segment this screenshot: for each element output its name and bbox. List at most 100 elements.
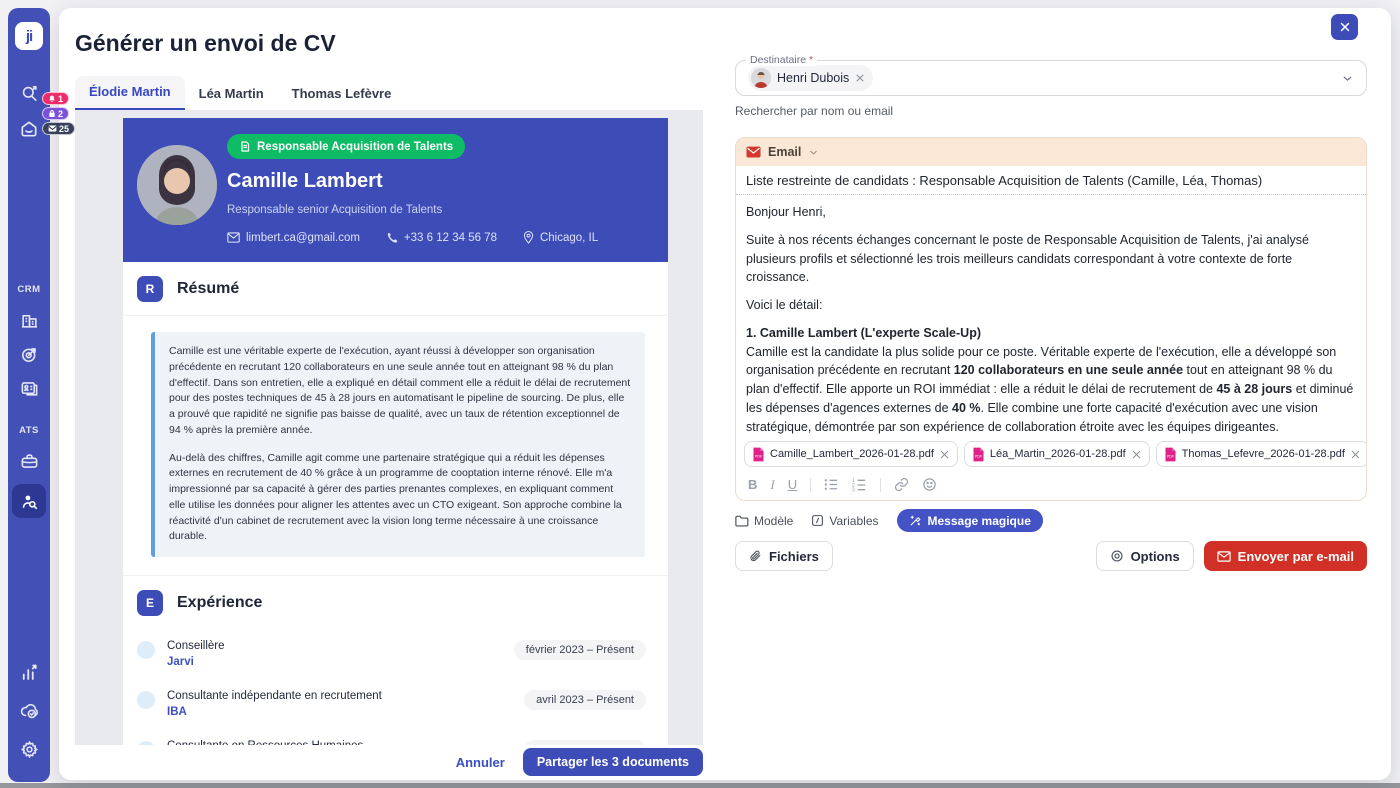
contact-card-icon[interactable]: [8, 373, 50, 403]
sidebar-count-badge[interactable]: 1: [42, 92, 69, 105]
experience-heading: Expérience: [177, 594, 262, 612]
remove-recipient-icon[interactable]: [855, 73, 865, 83]
email-section-header[interactable]: Email: [736, 138, 1366, 166]
experience-title: Consultante en Ressources Humaines: [167, 740, 524, 745]
modal-footer: Annuler Partager les 3 documents: [75, 748, 703, 776]
candidate-search-icon[interactable]: [12, 484, 46, 518]
italic-icon[interactable]: I: [770, 478, 774, 491]
chevron-down-icon[interactable]: [1341, 72, 1354, 85]
candidate-tab[interactable]: Élodie Martin: [75, 76, 185, 110]
remove-attachment-icon[interactable]: [1350, 449, 1361, 460]
svg-text:PDF: PDF: [755, 454, 763, 458]
email-body-editor[interactable]: Bonjour Henri,Suite à nos récents échang…: [736, 195, 1366, 439]
close-icon[interactable]: [1331, 14, 1358, 40]
resume-paragraph: Camille est une véritable experte de l'e…: [169, 344, 631, 439]
bag-icon: [48, 110, 56, 118]
resume-section-icon: R: [137, 276, 163, 302]
experience-section-icon: E: [137, 590, 163, 616]
email-subject-input[interactable]: Liste restreinte de candidats : Responsa…: [736, 166, 1366, 195]
required-marker: *: [809, 54, 813, 66]
experience-list: ConseillèreJarvifévrier 2023 – PrésentCo…: [123, 629, 668, 745]
recipient-chip: Henri Dubois: [748, 65, 873, 91]
send-email-button[interactable]: Envoyer par e-mail: [1204, 541, 1367, 571]
experience-bullet: [137, 691, 155, 709]
bold-icon[interactable]: B: [748, 478, 757, 491]
composer-tools-row: Modèle Variables Message magique: [735, 509, 1043, 532]
recipient-field[interactable]: Destinataire * Henri Dubois: [735, 60, 1367, 96]
briefcase-icon[interactable]: [8, 446, 50, 476]
experience-dates-badge: février 2023 – Présent: [514, 640, 646, 660]
settings-gear-icon[interactable]: [8, 734, 50, 764]
experience-title: Conseillère: [167, 640, 514, 652]
sidebar-badges: 1 2 25: [42, 92, 75, 135]
svg-text:3: 3: [852, 488, 855, 492]
attachment-filename: Thomas_Lefevre_2026-01-28.pdf: [1182, 448, 1345, 460]
cancel-button[interactable]: Annuler: [456, 755, 505, 770]
cv-header: Responsable Acquisition de Talents Camil…: [123, 118, 668, 262]
resume-heading: Résumé: [177, 280, 239, 298]
recipient-helper-text: Rechercher par nom ou email: [735, 104, 893, 118]
svg-text:PDF: PDF: [1166, 454, 1174, 458]
options-button[interactable]: Options: [1096, 541, 1194, 571]
candidate-tab[interactable]: Thomas Lefèvre: [278, 78, 406, 110]
experience-bullet: [137, 741, 155, 745]
template-button[interactable]: Modèle: [735, 514, 793, 528]
candidate-tab-bar: Élodie MartinLéa MartinThomas Lefèvre: [75, 76, 405, 110]
recipient-avatar: [751, 68, 771, 88]
email-body-paragraph: 1. Camille Lambert (L'experte Scale-Up): [746, 324, 1356, 343]
bullet-list-icon[interactable]: [824, 477, 839, 492]
mail-icon: [48, 125, 57, 132]
paperclip-icon: [749, 549, 762, 563]
target-icon[interactable]: [8, 339, 50, 369]
generate-cv-modal: Générer un envoi de CV Élodie MartinLéa …: [59, 8, 1391, 780]
emoji-icon[interactable]: [922, 477, 937, 492]
variables-button[interactable]: Variables: [811, 514, 878, 528]
experience-company-link[interactable]: IBA: [167, 706, 524, 718]
experience-item: Conseillère Jarvifévrier 2023 – Présent: [123, 629, 668, 679]
document-icon: [239, 140, 251, 153]
app-logo[interactable]: ji: [15, 22, 43, 50]
attachment-filename: Camille_Lambert_2026-01-28.pdf: [770, 448, 934, 460]
link-icon[interactable]: [894, 477, 909, 492]
experience-company-link[interactable]: Jarvi: [167, 656, 514, 668]
email-chevron-icon: [808, 147, 819, 158]
analytics-icon[interactable]: [8, 658, 50, 688]
candidate-job-title: Responsable senior Acquisition de Talent…: [227, 204, 442, 216]
email-composer-card: Email Liste restreinte de candidats : Re…: [735, 137, 1367, 501]
underline-icon[interactable]: U: [788, 478, 797, 491]
sidebar-count-badge[interactable]: 25: [42, 122, 75, 135]
experience-item: Consultante en Ressources HumainesEsiBio…: [123, 729, 668, 745]
svg-text:PDF: PDF: [975, 454, 983, 458]
share-documents-button[interactable]: Partager les 3 documents: [523, 748, 703, 776]
envelope-icon: [746, 146, 761, 158]
composer-actions-row: Fichiers Options Envoyer par e-mail: [735, 541, 1367, 571]
email-body-paragraph: Voici le détail:: [746, 296, 1356, 315]
candidate-name: Camille Lambert: [227, 170, 383, 193]
magic-message-button[interactable]: Message magique: [897, 509, 1043, 532]
attachment-chip: PDF Thomas_Lefevre_2026-01-28.pdf: [1156, 441, 1367, 467]
files-button[interactable]: Fichiers: [735, 541, 833, 571]
cv-role-badge: Responsable Acquisition de Talents: [227, 134, 465, 159]
experience-dates-badge: avril 2023 – Présent: [524, 690, 646, 710]
recipient-label: Destinataire: [750, 54, 806, 66]
email-section-label: Email: [768, 145, 801, 159]
remove-attachment-icon[interactable]: [939, 449, 950, 460]
toolbar-divider: [880, 478, 881, 492]
page-title: Générer un envoi de CV: [75, 30, 336, 57]
candidate-tab[interactable]: Léa Martin: [185, 78, 278, 110]
sidebar-count-badge[interactable]: 2: [42, 107, 69, 120]
sidebar-section-crm: CRM: [17, 284, 40, 295]
ordered-list-icon[interactable]: 123: [852, 477, 867, 492]
status-check-icon[interactable]: [8, 696, 50, 726]
cv-card: Responsable Acquisition de Talents Camil…: [123, 118, 668, 745]
experience-item: Consultante indépendante en recrutement I…: [123, 679, 668, 729]
bell-icon: [48, 95, 56, 103]
sidebar-section-ats: ATS: [19, 425, 39, 436]
experience-section: E Expérience Conseillère Jarvifévrier 202…: [123, 576, 668, 745]
experience-title: Consultante indépendante en recrutement: [167, 690, 524, 702]
resume-section: R Résumé Camille est une véritable exper…: [123, 262, 668, 576]
resume-paragraph: Au-delà des chiffres, Camille agit comme…: [169, 451, 631, 546]
companies-icon[interactable]: [8, 305, 50, 335]
remove-attachment-icon[interactable]: [1131, 449, 1142, 460]
window-bottom-edge: [0, 783, 1400, 788]
